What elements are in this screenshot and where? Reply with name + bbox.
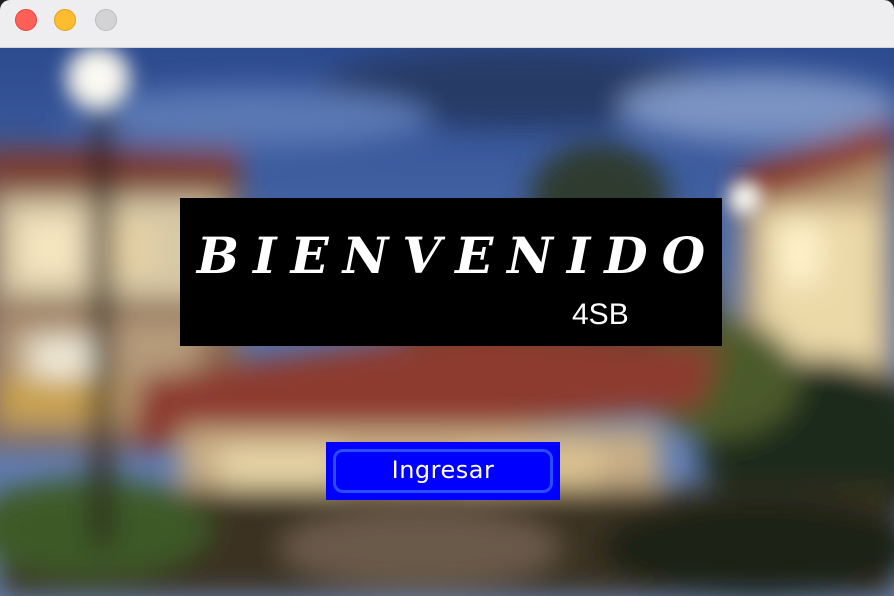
ingresar-button[interactable]: Ingresar bbox=[326, 442, 560, 500]
zoom-window-button[interactable] bbox=[95, 9, 117, 31]
ingresar-button-label: Ingresar bbox=[391, 456, 495, 484]
main-content: BIENVENIDO 4SB Ingresar bbox=[0, 48, 894, 596]
app-window: BIENVENIDO 4SB Ingresar bbox=[0, 0, 894, 596]
welcome-panel: BIENVENIDO 4SB bbox=[180, 198, 722, 346]
title-bar bbox=[0, 0, 894, 48]
welcome-title: BIENVENIDO bbox=[196, 226, 720, 285]
welcome-subtitle: 4SB bbox=[572, 298, 629, 331]
minimize-window-button[interactable] bbox=[54, 9, 76, 31]
close-window-button[interactable] bbox=[15, 9, 37, 31]
